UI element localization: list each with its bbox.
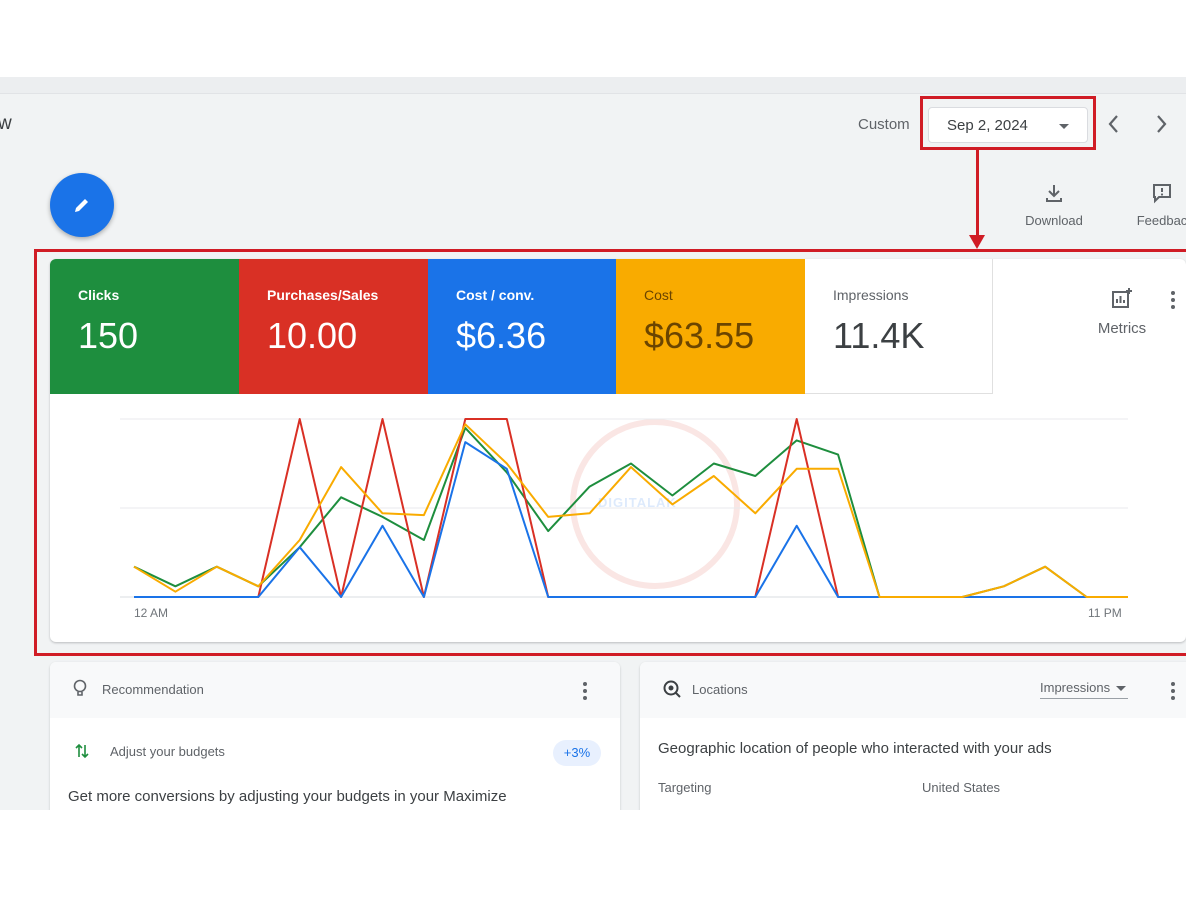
recommendation-panel: Recommendation Adjust your budgets +3% G… <box>50 662 620 810</box>
dropdown-caret-icon <box>1116 686 1127 691</box>
callout-arrow-head <box>969 235 985 249</box>
locations-title: Locations <box>692 682 748 697</box>
metric-dropdown-value: Impressions <box>1040 680 1111 695</box>
impact-badge: +3% <box>553 740 601 766</box>
date-range-label[interactable]: Custom <box>858 116 910 133</box>
callout-arrow-line <box>976 150 979 245</box>
feedback-icon <box>1153 184 1171 204</box>
locations-heading: Geographic location of people who intera… <box>658 740 1052 757</box>
more-options-icon[interactable] <box>582 682 588 703</box>
feedback-label: Feedbac <box>1136 213 1186 228</box>
download-label: Download <box>1025 213 1083 228</box>
recommendation-title: Recommendation <box>102 682 204 697</box>
metric-dropdown[interactable]: Impressions <box>1040 680 1129 699</box>
page-title: w <box>0 113 12 134</box>
download-button[interactable]: Download <box>1014 182 1094 228</box>
chart-highlight-box <box>34 249 1186 656</box>
edit-button[interactable] <box>50 173 114 237</box>
previous-period-button[interactable] <box>1100 107 1128 141</box>
chevron-left-icon <box>1108 115 1118 133</box>
more-options-icon[interactable] <box>1170 682 1176 703</box>
recommendation-header: Recommendation <box>50 662 620 718</box>
location-search-icon <box>663 680 681 698</box>
chevron-right-icon <box>1157 115 1167 133</box>
download-icon <box>1046 185 1062 202</box>
feedback-button[interactable]: Feedbac <box>1122 182 1186 228</box>
date-highlight-box <box>920 96 1096 150</box>
top-divider <box>0 77 1186 94</box>
adjust-budget-icon <box>75 743 89 759</box>
screenshot-frame: w Custom Sep 2, 2024 Download Feedbac Cl… <box>0 77 1186 810</box>
targeting-label: Targeting <box>658 780 712 795</box>
recommendation-item[interactable]: Adjust your budgets <box>110 744 225 759</box>
next-period-button[interactable] <box>1148 107 1176 141</box>
lightbulb-icon <box>73 679 87 696</box>
recommendation-text: Get more conversions by adjusting your b… <box>68 788 507 805</box>
pencil-icon <box>75 199 88 212</box>
targeting-value: United States <box>922 780 1001 795</box>
locations-header: Locations Impressions <box>640 662 1186 718</box>
locations-panel: Locations Impressions Geographic locatio… <box>640 662 1186 810</box>
